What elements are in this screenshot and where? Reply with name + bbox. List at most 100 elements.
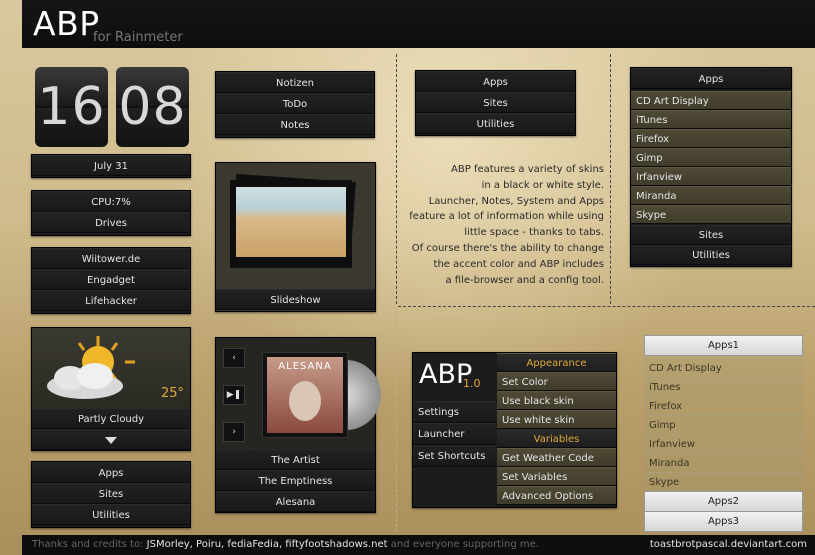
album-art-frame: ALESANA <box>262 352 348 438</box>
photo-frame <box>230 180 352 268</box>
links-panel: Wiitower.de Engadget Lifehacker <box>31 247 191 314</box>
black-skin-option[interactable]: Use black skin <box>497 391 616 410</box>
weather-code-option[interactable]: Get Weather Code <box>497 448 616 467</box>
apps-light-tab-apps3[interactable]: Apps3 <box>644 511 803 532</box>
credits-prefix: Thanks and credits to: <box>32 539 144 550</box>
music-panel: ‹ ▶❚ › ALESANA The Artist The Emptiness … <box>215 337 381 513</box>
set-variables-option[interactable]: Set Variables <box>497 467 616 486</box>
description-line: a file-browser and a config tool. <box>445 274 604 286</box>
date-bar: July 31 <box>31 154 191 178</box>
apps-dark-item[interactable]: iTunes <box>631 110 791 129</box>
weather-temp: 25° <box>160 386 184 401</box>
date-label: July 31 <box>32 155 190 176</box>
apps-dark-item[interactable]: CD Art Display <box>631 91 791 110</box>
apps-light-panel: Apps1 CD Art Display iTunes Firefox Gimp… <box>644 335 803 532</box>
app-subtitle: for Rainmeter <box>93 30 183 45</box>
link-wiitower[interactable]: Wiitower.de <box>32 248 190 269</box>
launcher-mid-sites[interactable]: Sites <box>416 92 575 113</box>
slideshow-panel: Slideshow <box>215 162 376 312</box>
apps-dark-item[interactable]: Irfanview <box>631 167 791 186</box>
notes-tab-notizen[interactable]: Notizen <box>216 72 374 93</box>
description-line: ABP features a variety of skins <box>451 164 604 175</box>
apps-light-item[interactable]: Skype <box>644 472 803 491</box>
launcher-utilities[interactable]: Utilities <box>32 504 190 525</box>
apps-dark-item[interactable]: Firefox <box>631 129 791 148</box>
config-left-menu: Settings Launcher Set Shortcuts <box>413 401 496 507</box>
footer-url[interactable]: toastbrotpascal.deviantart.com <box>650 539 807 550</box>
apps-dark-panel: Apps CD Art Display iTunes Firefox Gimp … <box>630 67 792 267</box>
apps-light-item[interactable]: iTunes <box>644 377 803 396</box>
description-line: feature a lot of information while using <box>409 211 604 223</box>
album-art-text: ALESANA <box>278 361 332 372</box>
apps-light-item[interactable]: Firefox <box>644 396 803 415</box>
play-pause-button[interactable]: ▶❚ <box>223 385 245 405</box>
prev-button[interactable]: ‹ <box>223 348 245 368</box>
launcher-mid-utilities[interactable]: Utilities <box>416 113 575 134</box>
white-skin-option[interactable]: Use white skin <box>497 410 616 429</box>
music-artist: The Artist <box>216 449 375 470</box>
triangle-down-icon <box>105 436 117 444</box>
config-shortcuts[interactable]: Set Shortcuts <box>413 445 496 467</box>
apps-light-item[interactable]: CD Art Display <box>644 358 803 377</box>
launcher-apps[interactable]: Apps <box>32 462 190 483</box>
launcher-small: Apps Sites Utilities <box>31 461 191 528</box>
link-lifehacker[interactable]: Lifehacker <box>32 290 190 311</box>
weather-panel: 25° Partly Cloudy <box>31 327 191 451</box>
apps-light-item[interactable]: Miranda <box>644 453 803 472</box>
partly-cloudy-icon <box>47 336 135 399</box>
apps-dark-header[interactable]: Apps <box>631 68 791 89</box>
appearance-header: Appearance <box>497 353 616 372</box>
launcher-mid: Apps Sites Utilities <box>415 70 576 136</box>
divider-vertical-right <box>610 54 611 304</box>
notes-tab-todo[interactable]: ToDo <box>216 93 374 114</box>
divider-horizontal <box>398 306 815 307</box>
music-track: The Emptiness <box>216 470 375 491</box>
slideshow-label: Slideshow <box>216 289 375 310</box>
apps-light-item[interactable]: Gimp <box>644 415 803 434</box>
clock-hours: 16 <box>35 67 108 147</box>
apps-light-item[interactable]: Irfanview <box>644 434 803 453</box>
credits-suffix: and everyone supporting me. <box>390 539 539 550</box>
apps-dark-tab-sites[interactable]: Sites <box>631 225 791 245</box>
config-settings[interactable]: Settings <box>413 401 496 423</box>
divider-vertical-top <box>396 54 397 304</box>
next-button[interactable]: › <box>223 422 245 442</box>
notes-tab-notes[interactable]: Notes <box>216 114 374 135</box>
weather-expand-button[interactable] <box>32 429 190 450</box>
link-engadget[interactable]: Engadget <box>32 269 190 290</box>
description-line: the accent color and ABP includes <box>433 258 604 270</box>
clock-minutes: 08 <box>116 67 189 147</box>
advanced-options[interactable]: Advanced Options <box>497 486 616 505</box>
weather-display: 25° <box>32 328 190 408</box>
apps-dark-item[interactable]: Miranda <box>631 186 791 205</box>
cpu-label: CPU:7% <box>32 191 190 212</box>
drives-button[interactable]: Drives <box>32 212 190 233</box>
credits-names: JSMorley, Poiru, fediaFedia, fiftyfootsh… <box>146 539 388 550</box>
config-launcher[interactable]: Launcher <box>413 423 496 445</box>
description-text: ABP features a variety of skins in a bla… <box>404 162 604 288</box>
music-album: Alesana <box>216 491 375 512</box>
apps-light-tab-apps2[interactable]: Apps2 <box>644 491 803 512</box>
album-art-figure <box>289 381 321 421</box>
footer-credits: Thanks and credits to: JSMorley, Poiru, … <box>32 539 539 550</box>
config-right-menu: Appearance Set Color Use black skin Use … <box>497 353 616 507</box>
description-line: Of course there's the ability to change <box>411 242 604 254</box>
apps-light-header[interactable]: Apps1 <box>644 335 803 356</box>
album-art: ALESANA <box>267 357 343 433</box>
description-line: Launcher, Notes, System and Apps <box>428 195 604 207</box>
description-line: little space - thanks to tabs. <box>464 227 604 239</box>
apps-dark-tab-utilities[interactable]: Utilities <box>631 245 791 265</box>
clock-widget: 16 08 July 31 <box>31 62 191 178</box>
variables-header: Variables <box>497 429 616 448</box>
config-version: 1.0 <box>463 377 481 390</box>
set-color-option[interactable]: Set Color <box>497 372 616 391</box>
apps-dark-item[interactable]: Gimp <box>631 148 791 167</box>
launcher-mid-apps[interactable]: Apps <box>416 71 575 92</box>
app-title: ABP <box>33 4 100 43</box>
slideshow-photo[interactable] <box>236 187 346 257</box>
launcher-sites[interactable]: Sites <box>32 483 190 504</box>
system-panel: CPU:7% Drives <box>31 190 191 236</box>
apps-dark-item[interactable]: Skype <box>631 205 791 224</box>
notes-panel: Notizen ToDo Notes <box>215 71 375 138</box>
config-panel: ABP 1.0 Settings Launcher Set Shortcuts … <box>412 352 617 508</box>
